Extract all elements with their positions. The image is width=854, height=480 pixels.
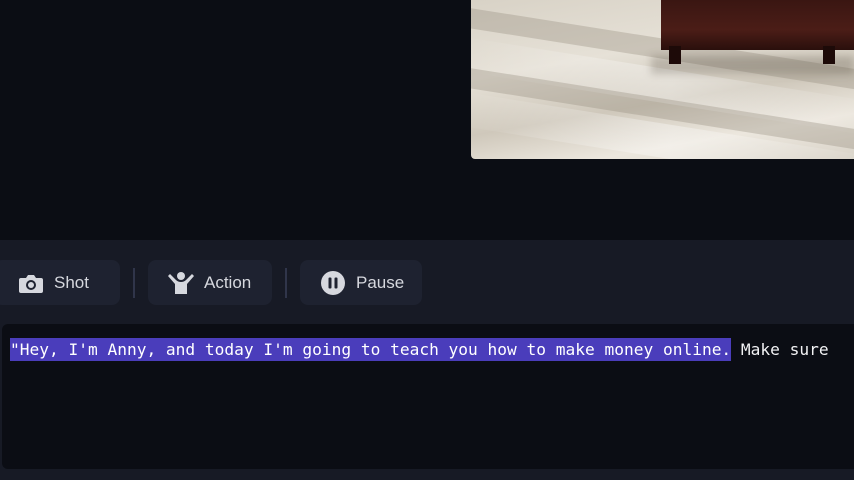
furniture-cabinet <box>661 0 854 50</box>
shot-label: Shot <box>54 272 89 292</box>
script-editor[interactable]: "Hey, I'm Anny, and today I'm going to t… <box>2 324 854 469</box>
pause-label: Pause <box>356 272 405 292</box>
pause-button[interactable]: Pause <box>300 260 422 305</box>
action-button[interactable]: Action <box>148 260 272 305</box>
pause-icon <box>320 270 346 296</box>
furniture-leg <box>823 46 835 64</box>
camera-icon <box>18 270 44 296</box>
toolbar-divider <box>133 268 135 298</box>
app-stage: Shot Action Pause "Hey, I'm Anny, and to… <box>0 0 854 480</box>
action-label: Action <box>204 272 252 292</box>
selected-text: "Hey, I'm Anny, and today I'm going to t… <box>10 338 732 361</box>
editor-line: "Hey, I'm Anny, and today I'm going to t… <box>10 334 829 366</box>
furniture-leg <box>669 46 681 64</box>
script-panel: Shot Action Pause "Hey, I'm Anny, and to… <box>0 240 854 480</box>
shot-button[interactable]: Shot <box>0 260 120 305</box>
video-preview <box>471 0 854 159</box>
unselected-text: Make sure <box>731 340 829 359</box>
person-raise-hand-icon <box>168 270 194 296</box>
toolbar-divider <box>285 268 287 298</box>
toolbar: Shot Action Pause <box>0 260 854 305</box>
